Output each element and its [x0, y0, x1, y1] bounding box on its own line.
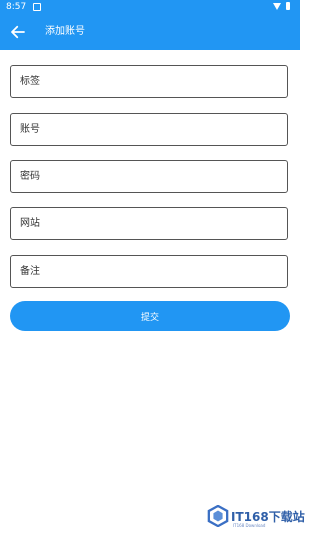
- status-bar: 8:57: [0, 0, 300, 14]
- account-input[interactable]: [20, 114, 278, 145]
- website-field[interactable]: [10, 207, 288, 240]
- remark-field[interactable]: [10, 255, 288, 288]
- submit-button[interactable]: 提交: [10, 301, 290, 331]
- back-arrow-icon[interactable]: [9, 23, 27, 41]
- website-input[interactable]: [20, 208, 278, 239]
- label-input[interactable]: [20, 66, 278, 97]
- watermark: IT168下载站 IT168 Download: [207, 503, 305, 531]
- it168-logo-icon: [207, 505, 229, 527]
- remark-input[interactable]: [20, 256, 278, 287]
- battery-icon: [286, 2, 290, 10]
- password-field[interactable]: [10, 160, 288, 193]
- password-input[interactable]: [20, 161, 278, 192]
- page-title: 添加账号: [45, 26, 85, 37]
- wifi-icon: [273, 3, 281, 10]
- account-field[interactable]: [10, 113, 288, 146]
- submit-button-label: 提交: [140, 312, 159, 323]
- notification-icon: [33, 3, 41, 11]
- app-bar: 添加账号: [0, 14, 300, 50]
- watermark-subtext: IT168 Download: [233, 523, 266, 528]
- label-field[interactable]: [10, 65, 288, 98]
- status-time: 8:57: [6, 2, 27, 12]
